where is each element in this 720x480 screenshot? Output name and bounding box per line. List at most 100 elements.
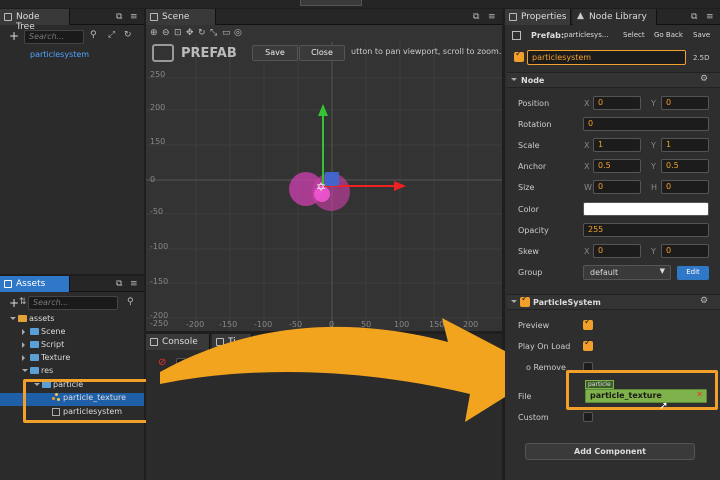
regex-checkbox[interactable] <box>313 358 323 368</box>
tab-assets[interactable]: Assets <box>0 276 70 292</box>
particle-section-header[interactable]: ParticleSystem ⚙ <box>507 294 720 310</box>
x-tick: 150 <box>429 320 445 329</box>
playonload-checkbox[interactable] <box>583 338 593 351</box>
add-asset-icon[interactable]: + <box>9 296 19 310</box>
console-tabbar: Console Ti <box>146 334 502 350</box>
folder-icon <box>18 315 27 322</box>
custom-label: Custom <box>518 413 549 422</box>
position-y-input[interactable]: 0 <box>661 96 709 110</box>
particle-settings-icon[interactable]: ⚙ <box>700 296 708 306</box>
node-name-input[interactable]: particlesystem <box>527 50 686 65</box>
tab-properties[interactable]: Properties <box>505 9 571 25</box>
menu-icon[interactable]: ≡ <box>130 12 138 22</box>
tree-item-texture[interactable]: Texture <box>22 353 70 366</box>
tree-item-scene[interactable]: Scene <box>22 327 65 340</box>
preview-label: Preview <box>518 321 550 330</box>
scene-close-button[interactable]: Close <box>299 45 345 61</box>
prefab-save-button[interactable]: Save <box>693 31 710 39</box>
tree-item-res[interactable]: res <box>22 366 53 379</box>
playonload-label: Play On Load <box>518 342 571 351</box>
scene-panel: Scene ⧉ ≡ ⊕ ⊖ ⊡ ✥ ↻ ⤡ ▭ ◎ ✡ 250 200 150 … <box>146 9 502 331</box>
position-label: Position <box>518 99 550 108</box>
collapse-checkbox[interactable] <box>176 358 186 368</box>
x-tick: -150 <box>219 320 238 329</box>
scene-save-button[interactable]: Save <box>252 45 298 61</box>
console-filter-input[interactable] <box>194 356 308 370</box>
search-icon[interactable]: ⚲ <box>90 30 97 40</box>
zoom-in-icon[interactable]: ⊕ <box>150 28 158 38</box>
opacity-input[interactable]: 255 <box>583 223 709 237</box>
size-w-input[interactable]: 0 <box>593 180 641 194</box>
tab-node-library[interactable]: ▲ Node Library <box>573 9 657 25</box>
log-level-select[interactable]: Al <box>356 356 386 370</box>
props-copy-icon[interactable]: ⧉ <box>691 12 697 22</box>
tab-timeline[interactable]: Ti <box>212 334 252 350</box>
rotation-input[interactable]: 0 <box>583 117 709 131</box>
skew-x-input[interactable]: 0 <box>593 244 641 258</box>
tab-scene[interactable]: Scene <box>146 9 216 25</box>
assets-icon <box>4 280 12 288</box>
x-tick: 100 <box>394 320 410 329</box>
copy-icon[interactable]: ⧉ <box>116 12 122 22</box>
anchor-y-input[interactable]: 0.5 <box>661 159 709 173</box>
prefab-bar-icon <box>512 31 521 40</box>
scale-y-input[interactable]: 1 <box>661 138 709 152</box>
anchor-x-input[interactable]: 0.5 <box>593 159 641 173</box>
scene-menu-icon[interactable]: ≡ <box>488 12 496 22</box>
group-edit-button[interactable]: Edit <box>677 266 709 280</box>
prefab-select-button[interactable]: Select <box>623 31 645 39</box>
tab-node-tree[interactable]: Node Tree <box>0 9 70 32</box>
prefab-goback-button[interactable]: Go Back <box>654 31 683 39</box>
highlight-box-file <box>566 370 718 410</box>
pivot-icon[interactable]: ◎ <box>234 28 242 38</box>
scene-grid: ✡ <box>146 42 502 331</box>
node-section-header[interactable]: Node ⚙ <box>507 72 720 88</box>
simulator-button[interactable] <box>300 0 362 6</box>
sort-icon[interactable]: ⇅ <box>19 297 27 307</box>
cursor-icon: ➚ <box>659 399 669 412</box>
assets-copy-icon[interactable]: ⧉ <box>116 279 122 289</box>
node-search-input[interactable]: Search... <box>24 30 84 44</box>
rect-tool-icon[interactable]: ▭ <box>222 28 231 38</box>
asset-search-input[interactable]: Search... <box>28 296 118 310</box>
preview-checkbox[interactable] <box>583 317 593 330</box>
zoom-out-icon[interactable]: ⊖ <box>162 28 170 38</box>
position-y-axis: Y <box>651 99 656 108</box>
node-tree-item[interactable]: particlesystem <box>30 50 89 59</box>
clear-icon[interactable]: ⊘ <box>158 357 166 368</box>
color-swatch[interactable] <box>583 202 709 216</box>
anchor-x-axis: X <box>584 162 590 171</box>
assets-menu-icon[interactable]: ≡ <box>130 279 138 289</box>
move-tool-icon[interactable]: ✥ <box>186 28 194 38</box>
skew-y-input[interactable]: 0 <box>661 244 709 258</box>
add-node-icon[interactable]: + <box>9 29 19 43</box>
tree-item-assets[interactable]: assets <box>10 314 54 327</box>
node-settings-icon[interactable]: ⚙ <box>700 74 708 84</box>
scene-copy-icon[interactable]: ⧉ <box>473 12 479 22</box>
group-select[interactable]: default ▼ <box>583 265 671 280</box>
particle-enabled-checkbox[interactable] <box>520 294 530 307</box>
zoom-fit-icon[interactable]: ⊡ <box>174 28 182 38</box>
scene-viewport[interactable]: ✡ 300 250 200 150 100 0 -50 -100 -150 -2… <box>146 42 502 331</box>
custom-checkbox[interactable] <box>583 412 593 422</box>
opacity-label: Opacity <box>518 226 549 235</box>
node-active-checkbox[interactable] <box>514 49 524 62</box>
size-h-input[interactable]: 0 <box>661 180 709 194</box>
asset-search-icon[interactable]: ⚲ <box>127 297 134 307</box>
position-x-input[interactable]: 0 <box>593 96 641 110</box>
x-tick: 50 <box>361 320 372 329</box>
folder-icon <box>30 341 39 348</box>
tree-item-script[interactable]: Script <box>22 340 64 353</box>
scene-tabbar: Scene ⧉ ≡ <box>146 9 502 25</box>
scale-x-input[interactable]: 1 <box>593 138 641 152</box>
svg-text:✡: ✡ <box>316 180 326 194</box>
tab-console[interactable]: Console <box>146 334 210 350</box>
scene-icon <box>150 13 158 21</box>
scale-tool-icon[interactable]: ⤡ <box>210 28 217 38</box>
add-component-button[interactable]: Add Component <box>525 443 695 460</box>
expand-icon[interactable]: ⤢ <box>108 30 115 40</box>
properties-icon <box>509 13 517 21</box>
props-menu-icon[interactable]: ≡ <box>706 12 714 22</box>
refresh-icon[interactable]: ↻ <box>124 30 132 40</box>
rotate-tool-icon[interactable]: ↻ <box>198 28 206 38</box>
